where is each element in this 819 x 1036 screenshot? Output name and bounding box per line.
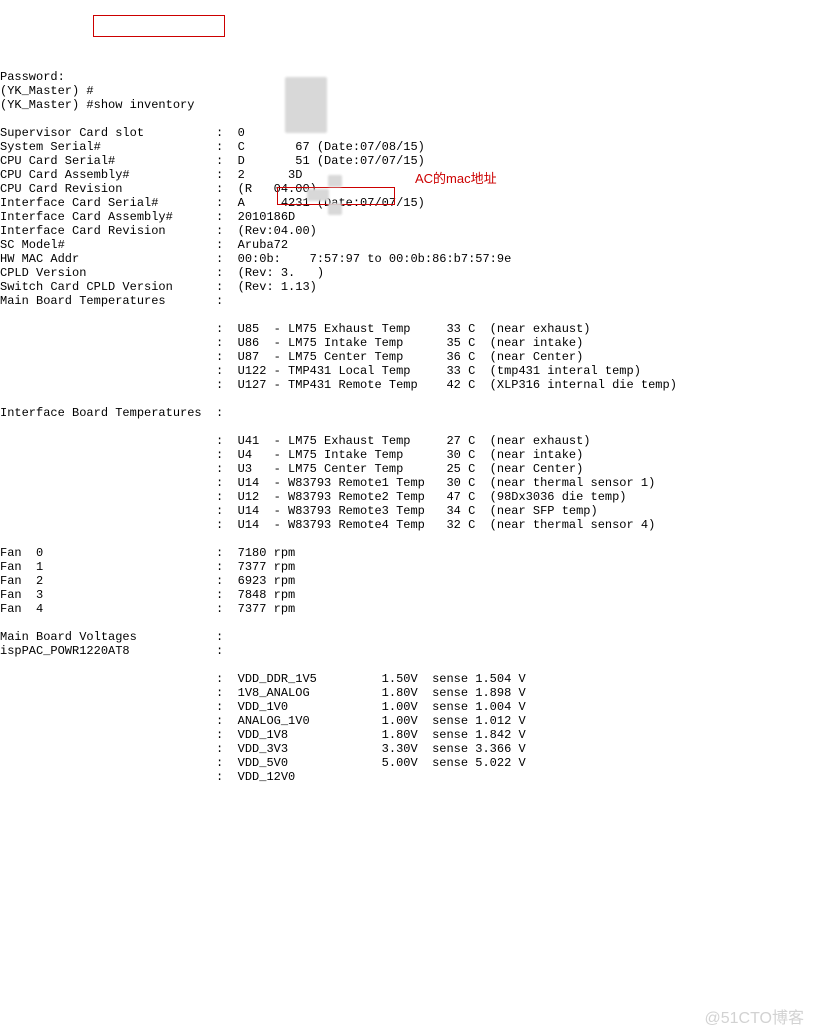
pw-line: Password: [0, 70, 65, 84]
prompt-line1: (YK_Master) # [0, 84, 94, 98]
watermark: @51CTO博客 [704, 1012, 804, 1026]
voltages-block: : VDD_DDR_1V5 1.50V sense 1.504 V : 1V8_… [0, 672, 819, 784]
voltages-header: Main Board Voltages : ispPAC_POWR1220AT8… [0, 630, 819, 658]
command-text[interactable]: #show inventory [86, 98, 194, 112]
highlight-box-command [93, 15, 225, 37]
fans-block: Fan 0 : 7180 rpm Fan 1 : 7377 rpm Fan 2 … [0, 546, 819, 616]
inventory-block: Supervisor Card slot : 0 System Serial# … [0, 126, 819, 308]
interface-temps-header: Interface Board Temperatures : [0, 406, 819, 420]
prompt-line2-prefix: (YK_Master) [0, 98, 86, 112]
terminal-output: Password: (YK_Master) # (YK_Master) #sho… [0, 56, 819, 798]
interface-temps: : U41 - LM75 Exhaust Temp 27 C (near exh… [0, 434, 819, 532]
annotation-mac-label: AC的mac地址 [415, 172, 497, 186]
mainboard-temps: : U85 - LM75 Exhaust Temp 33 C (near exh… [0, 322, 819, 392]
